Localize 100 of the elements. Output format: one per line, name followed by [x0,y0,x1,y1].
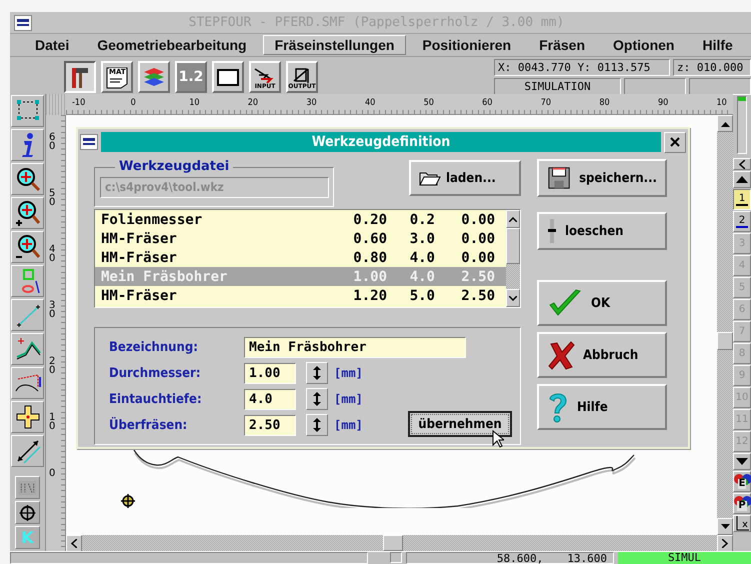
up-down-arrows-icon [312,366,322,380]
spin-button[interactable] [306,362,328,384]
group-title: Werkzeugdatei [115,159,234,174]
caret-up-icon [720,120,730,126]
tool-button[interactable] [11,231,44,263]
layer-up-button[interactable] [733,171,751,188]
color-button[interactable]: P [733,493,751,514]
tool-button[interactable] [11,197,44,229]
menu-item[interactable]: Optionen [601,35,686,55]
question-mark-icon [547,391,569,423]
ruler-label: 60 [482,98,492,108]
coordinates-display: X: 0043.770 Y: 0113.575 [494,59,670,76]
cancel-button[interactable]: Abbruch [537,332,667,378]
mouse-pointer-icon [492,430,504,448]
level-meter [737,96,747,154]
ruler-label: 90 [658,98,668,108]
tool-button[interactable] [11,401,44,433]
menu-item[interactable]: Fräseinstellungen [262,35,406,55]
close-icon [670,137,680,147]
ok-button[interactable]: OK [537,280,667,326]
menu-item[interactable]: Geometriebearbeitung [85,35,259,55]
ruler-label: 60 [49,133,56,151]
close-button[interactable] [664,132,686,152]
layer-down-button[interactable] [733,453,751,470]
axis-button[interactable] [733,515,751,532]
spin-button[interactable] [306,388,328,410]
tool-button[interactable] [11,163,44,195]
scroll-up-button[interactable] [506,210,520,228]
scroll-down-button[interactable] [717,518,733,535]
ruler-label: 0 [49,469,56,478]
tool-button[interactable] [11,333,44,365]
axes-icon [735,516,749,532]
ruler-label: 40 [49,245,56,263]
tool-list-row[interactable]: HM-Fräser 1.20 5.0 2.50 [95,286,506,305]
tool-button[interactable] [15,501,40,524]
collapse-button[interactable] [733,158,751,170]
up-down-arrows-icon [312,392,322,406]
tool-button[interactable] [11,435,44,467]
tool-list-row[interactable]: HM-Fräser 0.80 4.0 0.00 [95,248,506,267]
unit-label: [mm] [334,366,363,380]
apply-button[interactable]: übernehmen [408,411,512,437]
layer-button[interactable]: 2 [733,211,751,232]
ruler-label: 50 [49,189,56,207]
save-button[interactable]: speichern... [537,159,667,197]
scroll-down-button[interactable] [506,289,520,307]
checkmark-icon [547,288,583,318]
unit-label: [mm] [334,392,363,406]
ruler-label: 50 [424,98,434,108]
scroll-left-button[interactable] [66,535,82,552]
load-button[interactable]: laden... [409,160,521,196]
menu-item[interactable]: Datei [23,35,82,55]
color-button[interactable]: E [733,471,751,492]
delete-button[interactable]: loeschen [537,212,667,250]
eraser-icon [547,218,557,244]
scroll-thumb[interactable] [717,332,733,350]
tool-list-row[interactable]: HM-Fräser 0.60 3.0 0.00 [95,229,506,248]
z-display: z: 010.000 [673,59,751,76]
triangle-down-icon [736,458,748,465]
layer-button[interactable]: 1 [733,189,751,210]
tool-button[interactable] [11,129,44,161]
ruler-label: 10 [716,98,727,108]
menu-item[interactable]: Fräsen [527,35,598,55]
ruler-label: 30 [306,98,317,108]
field-label: Bezeichnung: [109,340,199,354]
ruler-label: 20 [248,98,258,108]
value-field[interactable]: 1.00 [244,362,296,384]
value-field[interactable]: 4.0 [244,388,296,410]
caret-down-icon [509,296,517,300]
app-logo-icon [80,134,98,150]
vertical-scrollbar[interactable] [717,115,733,535]
scroll-thumb[interactable] [506,228,520,264]
tool-list-row[interactable]: Folienmesser 0.20 0.2 0.00 [95,210,506,229]
caret-right-icon [722,539,728,548]
crosshair-icon [121,494,135,508]
horizontal-scrollbar[interactable] [66,535,733,551]
scroll-thumb[interactable] [383,535,403,551]
ruler-label: -10 [72,98,86,108]
y-coordinate: 13.600 [567,553,607,563]
ruler-label: 0 [130,98,136,108]
scroll-up-button[interactable] [717,115,733,132]
crosshair-cross-icon [14,403,42,431]
menu-item[interactable]: Hilfe [690,35,745,55]
folder-icon [419,170,441,186]
ruler-label: 20 [49,357,56,375]
mode-indicator: SIMUL [618,552,751,564]
triangle-up-icon [736,176,748,183]
zoom-in-icon [14,199,42,227]
list-scrollbar[interactable] [506,210,520,307]
name-field[interactable]: Mein Fräsbohrer [244,336,466,358]
ruler-label: 30 [49,301,56,319]
tool-button[interactable] [11,95,44,127]
value-field[interactable]: 2.50 [244,414,296,436]
menu-item[interactable]: Positionieren [410,35,524,55]
help-button[interactable]: Hilfe [537,384,667,430]
tool-button[interactable] [11,367,44,399]
ruler-label: 70 [540,98,552,108]
toolbar-button[interactable] [64,61,96,93]
ruler-corner [46,94,66,115]
scroll-right-button[interactable] [717,535,733,552]
spin-button[interactable] [306,414,328,436]
